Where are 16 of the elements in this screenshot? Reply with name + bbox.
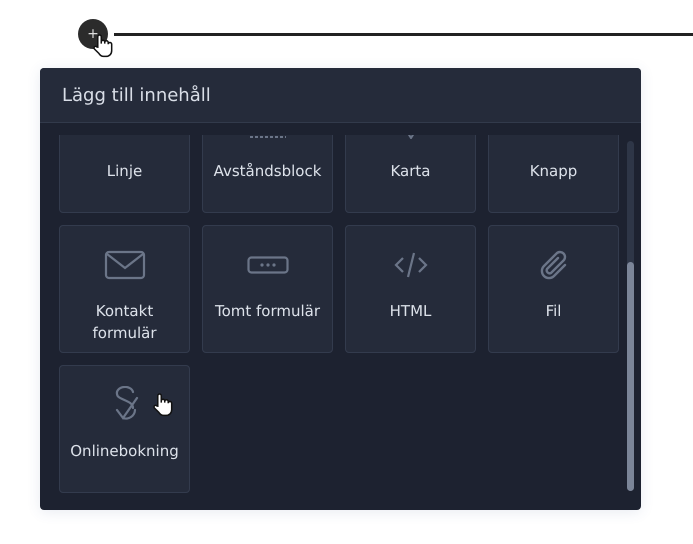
code-icon <box>394 251 428 279</box>
content-tile[interactable]: Fil <box>488 225 619 353</box>
scrollbar[interactable] <box>627 141 634 491</box>
panel-title: Lägg till innehåll <box>62 84 211 106</box>
content-tile[interactable]: Onlinebokning <box>59 365 190 493</box>
content-tile[interactable]: Knapp <box>488 135 619 213</box>
text-field-icon <box>246 256 288 274</box>
mail-icon <box>104 250 146 280</box>
content-tile[interactable]: HTML <box>345 225 476 353</box>
content-tile[interactable]: Avståndsblock <box>202 135 333 213</box>
hand-cursor-icon <box>152 392 174 418</box>
content-tile[interactable]: Linje <box>59 135 190 213</box>
content-tile[interactable]: Kontakt formulär <box>59 225 190 353</box>
scrollbar-thumb[interactable] <box>627 262 634 491</box>
content-tile[interactable]: Karta <box>345 135 476 213</box>
content-tile[interactable]: Tomt formulär <box>202 225 333 353</box>
